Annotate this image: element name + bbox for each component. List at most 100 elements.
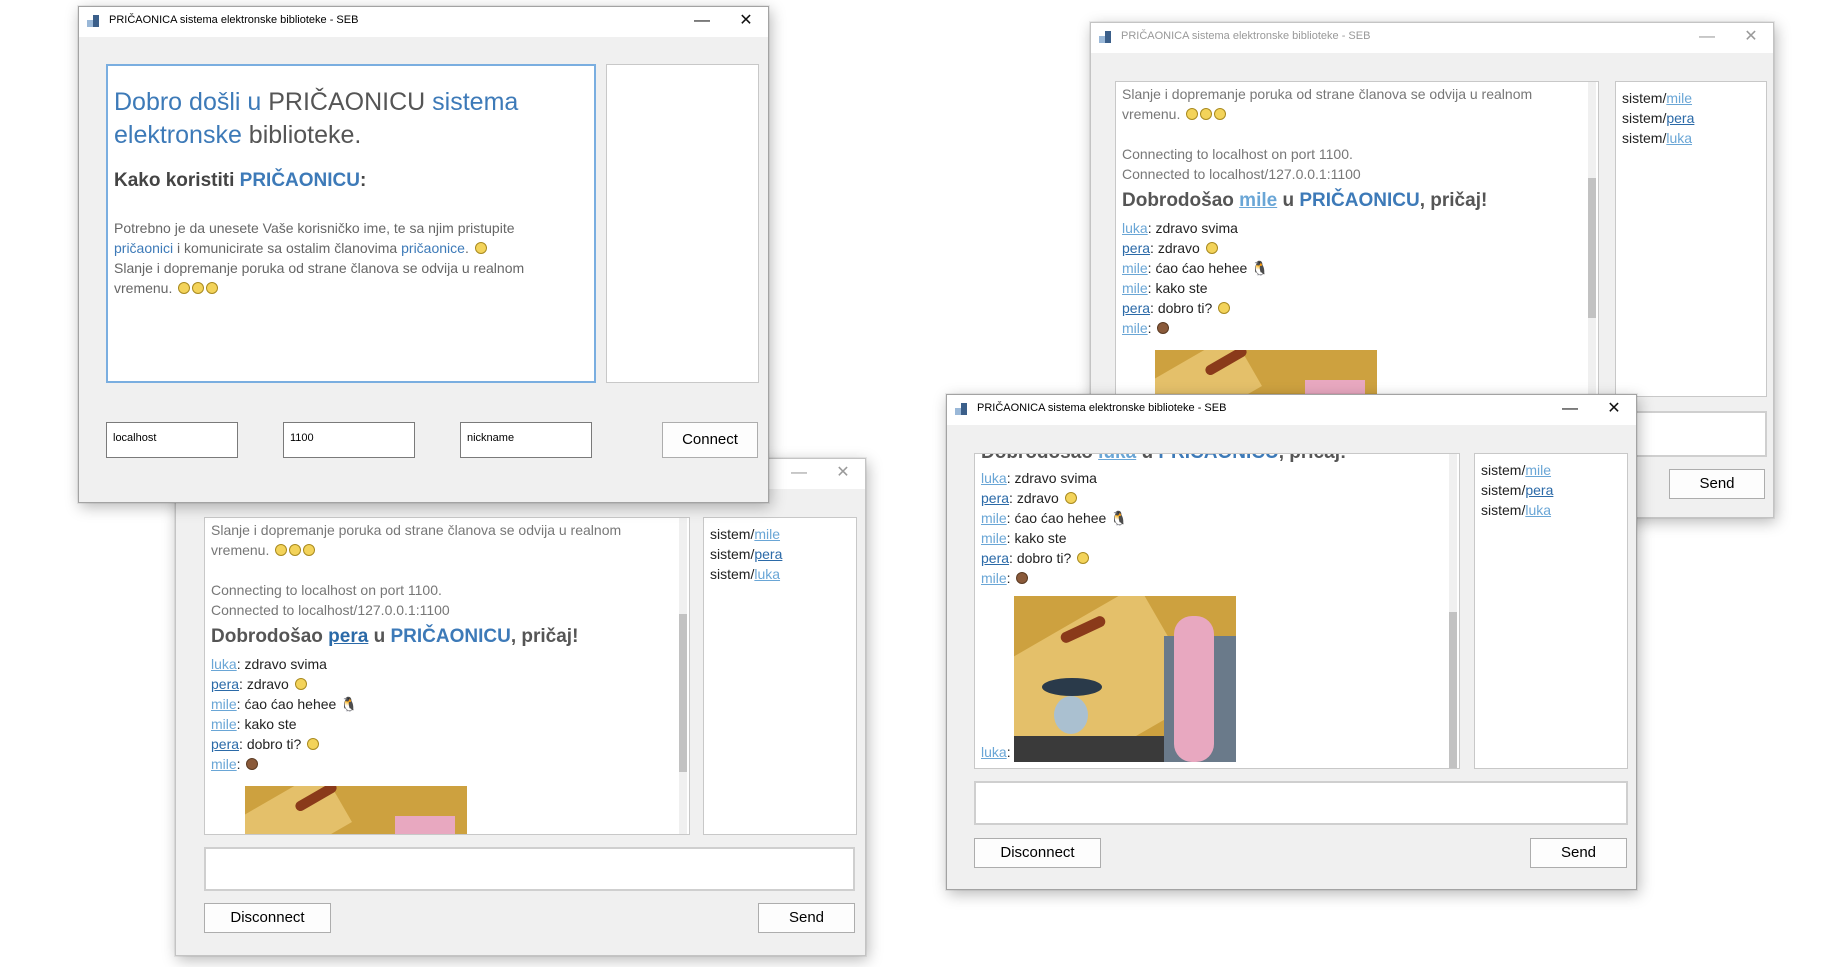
message: luka:: [981, 744, 1011, 760]
user-link[interactable]: pera: [981, 490, 1009, 506]
cartoon-image: [1155, 350, 1377, 396]
username-link[interactable]: mile: [1239, 190, 1277, 211]
welcome-heading: Dobrodošao luka u PRIČAONICU, pričaj!: [981, 454, 1441, 464]
user-link[interactable]: pera: [211, 676, 239, 692]
user-link[interactable]: luka: [211, 656, 237, 672]
scrollbar[interactable]: [1449, 454, 1457, 768]
message-input[interactable]: [204, 847, 855, 891]
title-bar[interactable]: PRIČAONICA sistema elektronske bibliotek…: [79, 7, 768, 37]
message: mile:: [211, 754, 671, 774]
user-entry: sistem/luka: [710, 566, 781, 582]
window-title: PRIČAONICA sistema elektronske bibliotek…: [1121, 30, 1371, 42]
user-link[interactable]: mile: [1122, 280, 1148, 296]
message: luka: zdravo svima: [981, 470, 1097, 486]
message-input[interactable]: [974, 781, 1628, 825]
system-message: Slanje i dopremanje poruka od strane čla…: [211, 522, 622, 538]
disconnect-button[interactable]: Disconnect: [204, 903, 331, 933]
user-link[interactable]: luka: [981, 470, 1007, 486]
user-link[interactable]: mile: [211, 756, 237, 772]
user-link[interactable]: mile: [981, 530, 1007, 546]
user-link[interactable]: pera: [981, 550, 1009, 566]
user-link[interactable]: pera: [1525, 482, 1553, 498]
user-link[interactable]: luka: [1666, 130, 1692, 146]
login-window: PRIČAONICA sistema elektronske bibliotek…: [78, 6, 769, 503]
link-pricaonice[interactable]: pričaonice: [401, 240, 465, 256]
user-link[interactable]: pera: [1122, 300, 1150, 316]
message: pera: zdravo: [211, 674, 671, 694]
user-link[interactable]: pera: [211, 736, 239, 752]
user-link[interactable]: luka: [754, 566, 780, 582]
connect-button[interactable]: Connect: [662, 422, 758, 458]
user-link[interactable]: mile: [211, 696, 237, 712]
minimize-button[interactable]: —: [1685, 23, 1729, 53]
close-button[interactable]: ✕: [821, 459, 865, 489]
cartoon-image: [1014, 596, 1236, 762]
host-field[interactable]: localhost: [106, 422, 238, 458]
nickname-field[interactable]: nickname: [460, 422, 592, 458]
user-entry: sistem/mile: [710, 526, 781, 542]
user-link[interactable]: mile: [1122, 320, 1148, 336]
message: mile: kako ste: [211, 716, 297, 732]
scrollbar[interactable]: [679, 518, 687, 834]
port-field[interactable]: 1100: [283, 422, 415, 458]
wink-icon: [474, 242, 487, 254]
scrollbar[interactable]: [1588, 82, 1596, 396]
penguin-icon: 🐧: [340, 696, 358, 712]
username-link[interactable]: luka: [1098, 454, 1136, 463]
user-link[interactable]: mile: [981, 510, 1007, 526]
smile-icon: [1205, 242, 1218, 254]
user-link[interactable]: pera: [1666, 110, 1694, 126]
user-entry: sistem/luka: [1622, 130, 1693, 146]
message: mile:: [1122, 318, 1582, 338]
user-link[interactable]: luka: [981, 744, 1007, 760]
user-link[interactable]: pera: [1122, 240, 1150, 256]
user-link[interactable]: pera: [754, 546, 782, 562]
welcome-heading: Dobrodošao mile u PRIČAONICU, pričaj!: [1122, 190, 1488, 211]
chat-area: Dobrodošao luka u PRIČAONICU, pričaj! lu…: [974, 453, 1460, 769]
title-bar[interactable]: PRIČAONICA sistema elektronske bibliotek…: [1091, 23, 1773, 53]
avatar-icon: [1016, 572, 1029, 584]
username-link[interactable]: pera: [328, 626, 368, 647]
user-entry: sistem/mile: [1622, 90, 1693, 106]
close-button[interactable]: ✕: [724, 7, 768, 37]
user-link[interactable]: mile: [211, 716, 237, 732]
link-pricaonici[interactable]: pričaonici: [114, 240, 173, 256]
minimize-button[interactable]: —: [1548, 395, 1592, 425]
user-link[interactable]: mile: [981, 570, 1007, 586]
scrollbar-thumb[interactable]: [1588, 178, 1596, 318]
minimize-button[interactable]: —: [680, 7, 724, 37]
user-link[interactable]: mile: [1122, 260, 1148, 276]
window-title: PRIČAONICA sistema elektronske bibliotek…: [977, 402, 1227, 414]
disconnect-button[interactable]: Disconnect: [974, 838, 1101, 868]
message: luka: zdravo svima: [211, 656, 327, 672]
user-list: sistem/mile sistem/pera sistem/luka: [1474, 453, 1628, 769]
close-button[interactable]: ✕: [1729, 23, 1773, 53]
user-link[interactable]: mile: [754, 526, 780, 542]
app-icon: [1099, 31, 1112, 44]
title-bar[interactable]: PRIČAONICA sistema elektronske bibliotek…: [947, 395, 1636, 425]
send-button[interactable]: Send: [1669, 469, 1765, 499]
message: pera: dobro ti?: [981, 548, 1441, 568]
close-button[interactable]: ✕: [1592, 395, 1636, 425]
howto-heading: Kako koristiti PRIČAONICU:: [114, 170, 367, 191]
scrollbar-thumb[interactable]: [1449, 612, 1457, 768]
smile-icon: [294, 678, 307, 690]
send-button[interactable]: Send: [758, 903, 855, 933]
minimize-button[interactable]: —: [777, 459, 821, 489]
user-link[interactable]: luka: [1525, 502, 1551, 518]
user-link[interactable]: mile: [1525, 462, 1551, 478]
user-link[interactable]: mile: [1666, 90, 1692, 106]
scrollbar-thumb[interactable]: [679, 614, 687, 772]
penguin-icon: 🐧: [1110, 510, 1128, 526]
smile-icon: [307, 738, 320, 750]
app-icon: [955, 403, 968, 416]
app-icon: [87, 15, 100, 28]
smile-icon: [1218, 302, 1231, 314]
system-message: vremenu.: [1122, 104, 1582, 124]
user-link[interactable]: luka: [1122, 220, 1148, 236]
user-entry: sistem/pera: [710, 546, 783, 562]
system-message: Slanje i dopremanje poruka od strane čla…: [1122, 86, 1533, 102]
user-entry: sistem/pera: [1622, 110, 1695, 126]
send-button[interactable]: Send: [1530, 838, 1627, 868]
smile-icon: [1186, 108, 1199, 120]
